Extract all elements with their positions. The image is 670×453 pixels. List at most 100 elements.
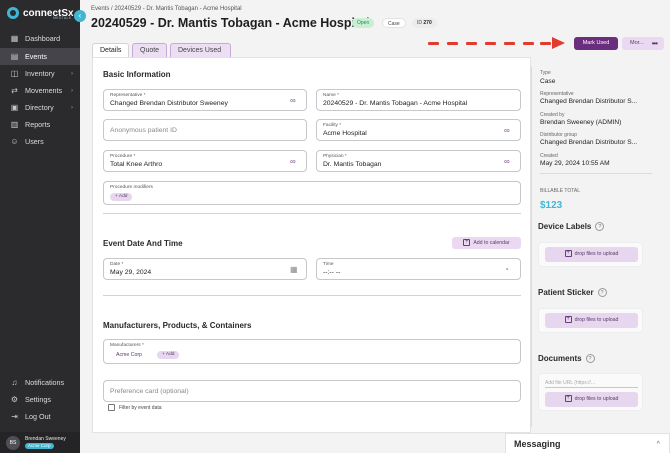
add-manufacturer-button[interactable]: + Add xyxy=(157,351,180,359)
help-icon[interactable]: ? xyxy=(597,288,607,298)
sidebar-item-label: Inventory xyxy=(25,69,55,78)
sidebar-item-label: Settings xyxy=(25,395,51,404)
tab-details[interactable]: Details xyxy=(92,43,129,57)
sidebar-item-label: Events xyxy=(25,52,47,61)
documents-heading: Documents? xyxy=(538,354,595,364)
section-divider xyxy=(103,295,521,296)
annotation-arrow-dash xyxy=(447,42,458,45)
annotation-arrow-dash xyxy=(523,42,534,45)
calendar-icon: ▤ xyxy=(10,52,19,61)
logout-icon: ⇥ xyxy=(11,412,18,421)
representative-field[interactable]: Representative * Changed Brendan Distrib… xyxy=(103,89,307,111)
sidebar-item-notifications[interactable]: ♫ Notifications xyxy=(0,374,80,391)
sidebar-item-movements[interactable]: ⇄ Movements › xyxy=(0,82,80,99)
sidebar-item-logout[interactable]: ⇥ Log Out xyxy=(0,408,80,425)
add-procedure-modifier-button[interactable]: + Add xyxy=(110,193,133,201)
name-field[interactable]: Name * 20240529 - Dr. Mantis Tobagan - A… xyxy=(316,89,521,111)
filter-by-event-data-checkbox[interactable] xyxy=(108,404,115,411)
annotation-arrow-dash xyxy=(428,42,439,45)
mark-used-button[interactable]: Mark Used xyxy=(574,37,618,50)
device-labels-dropzone[interactable]: + drop files to upload xyxy=(538,242,643,267)
link-icon[interactable]: ∞ xyxy=(504,126,513,135)
breadcrumb[interactable]: Events / 20240529 - Dr. Mantis Tobagan -… xyxy=(91,6,242,12)
created-by-label: Created by xyxy=(540,112,565,118)
box-icon: ◫ xyxy=(10,69,19,78)
file-url-input[interactable]: Add file URL (https://... xyxy=(545,378,638,388)
chevron-up-icon[interactable]: ^ xyxy=(656,434,660,453)
link-icon[interactable]: ∞ xyxy=(290,157,299,166)
sidebar-item-settings[interactable]: ⚙ Settings xyxy=(0,391,80,408)
link-icon[interactable]: ∞ xyxy=(290,96,299,105)
upload-button[interactable]: + drop files to upload xyxy=(545,247,638,262)
time-field[interactable]: Time --:-- -- ◔ xyxy=(316,258,521,280)
help-icon[interactable]: ? xyxy=(585,354,595,364)
logo-subtitle: MEDTALK xyxy=(53,16,72,20)
calendar-plus-icon: + xyxy=(463,239,471,247)
procedure-field[interactable]: Procedure * Total Knee Arthro ∞ xyxy=(103,150,307,172)
annotation-arrow-dash xyxy=(540,42,551,45)
sidebar-item-directory[interactable]: ▣ Directory › xyxy=(0,99,80,116)
help-icon[interactable]: ? xyxy=(595,222,605,232)
sidebar: connectSx MEDTALK ▦ Dashboard ▤ Events ◫… xyxy=(0,0,80,453)
tab-devices-used[interactable]: Devices Used xyxy=(170,43,231,57)
sidebar-item-label: Users xyxy=(25,137,44,146)
sidebar-item-dashboard[interactable]: ▦ Dashboard xyxy=(0,30,80,47)
field-label: Facility * xyxy=(323,123,342,128)
procedure-modifiers-field[interactable]: Procedure modifiers + Add xyxy=(103,181,521,205)
field-label: Name * xyxy=(323,93,339,98)
right-panel-separator xyxy=(540,173,652,174)
field-label: Manufacturers * xyxy=(110,343,144,348)
report-icon: ▥ xyxy=(10,120,19,129)
messaging-panel[interactable]: Messaging ^ xyxy=(505,433,670,453)
physician-field[interactable]: Physician * Dr. Mantis Tobagan ∞ xyxy=(316,150,521,172)
representative-value: Changed Brendan Distributor S... xyxy=(540,98,638,105)
section-title-manufacturers: Manufacturers, Products, & Containers xyxy=(103,321,252,330)
field-value: Acme Hospital xyxy=(323,130,367,137)
tab-quote[interactable]: Quote xyxy=(132,43,167,57)
sidebar-item-inventory[interactable]: ◫ Inventory › xyxy=(0,65,80,82)
field-value: Total Knee Arthro xyxy=(110,161,163,168)
upload-button[interactable]: + drop files to upload xyxy=(545,392,638,407)
annotation-arrow-dash xyxy=(485,42,496,45)
patient-sticker-dropzone[interactable]: + drop files to upload xyxy=(538,308,643,333)
upload-label: drop files to upload xyxy=(574,396,619,402)
date-field[interactable]: Date * May 29, 2024 ▦ xyxy=(103,258,307,280)
link-icon[interactable]: ∞ xyxy=(504,157,513,166)
right-panel-divider xyxy=(531,67,532,427)
more-button[interactable]: Mor... ••• xyxy=(622,37,664,50)
avatar: BS xyxy=(6,435,20,450)
sidebar-item-label: Dashboard xyxy=(25,34,61,43)
user-profile[interactable]: BS Brendan Sweeney Acme Corp xyxy=(0,432,80,453)
sidebar-item-users[interactable]: ☺ Users xyxy=(0,133,80,150)
field-value: Dr. Mantis Tobagan xyxy=(323,161,382,168)
field-label: Time xyxy=(323,262,334,267)
clock-icon[interactable]: ◔ xyxy=(504,265,513,274)
manufacturers-field[interactable]: Manufacturers * Acme Corp + Add xyxy=(103,339,521,364)
upload-icon: + xyxy=(564,395,572,403)
manufacturer-chip[interactable]: Acme Corp xyxy=(116,352,142,358)
dashboard-icon: ▦ xyxy=(10,34,19,43)
calendar-icon[interactable]: ▦ xyxy=(290,265,299,274)
sidebar-item-label: Movements xyxy=(25,86,63,95)
sidebar-item-label: Directory xyxy=(25,103,54,112)
type-label: Type xyxy=(540,70,551,76)
anonymous-patient-id-input[interactable]: Anonymous patient ID xyxy=(103,119,307,141)
field-label: Representative * xyxy=(110,93,146,98)
sidebar-item-reports[interactable]: ▥ Reports xyxy=(0,116,80,133)
sidebar-item-label: Notifications xyxy=(25,378,65,387)
device-labels-heading: Device Labels? xyxy=(538,222,605,232)
add-to-calendar-label: Add to calendar xyxy=(473,240,510,246)
field-label: Procedure * xyxy=(110,154,136,159)
documents-dropzone[interactable]: Add file URL (https://... + drop files to… xyxy=(538,373,643,411)
add-to-calendar-button[interactable]: + Add to calendar xyxy=(452,237,521,249)
section-divider xyxy=(103,213,521,214)
facility-field[interactable]: Facility * Acme Hospital ∞ xyxy=(316,119,521,141)
collapse-sidebar-button[interactable]: ‹ xyxy=(74,10,86,22)
billable-total-label: BILLABLE TOTAL xyxy=(540,188,581,194)
users-icon: ☺ xyxy=(10,137,19,146)
preference-card-input[interactable]: Preference card (optional) xyxy=(103,380,521,402)
sidebar-item-events[interactable]: ▤ Events xyxy=(0,48,80,65)
filter-by-event-data-label: Filter by event data xyxy=(119,405,162,411)
bell-icon: ♫ xyxy=(11,378,18,387)
upload-button[interactable]: + drop files to upload xyxy=(545,313,638,328)
